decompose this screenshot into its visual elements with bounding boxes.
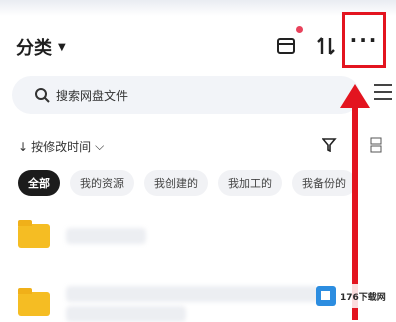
menu-icon[interactable] (374, 84, 392, 100)
box-icon (277, 38, 295, 54)
status-bar-area (0, 0, 396, 16)
list-item[interactable] (18, 220, 50, 248)
tab-processed-by-me[interactable]: 我加工的 (218, 170, 282, 196)
folder-icon (18, 220, 50, 248)
more-button[interactable]: ··· (346, 22, 382, 58)
transfer-box-button[interactable] (274, 34, 298, 58)
tab-all[interactable]: 全部 (18, 170, 60, 196)
notification-dot (296, 26, 303, 33)
search-placeholder: 搜索网盘文件 (56, 88, 129, 103)
watermark-logo-icon (316, 286, 336, 306)
watermark: 176下载网 (316, 284, 396, 308)
page-title: 分类 (16, 38, 52, 59)
search-bar[interactable]: 搜索网盘文件 (12, 76, 360, 114)
file-name-placeholder (66, 228, 146, 244)
sort-dropdown[interactable]: ↓ 按修改时间 ⌵ (18, 138, 104, 155)
more-icon: ··· (349, 28, 379, 52)
caret-down-icon: ▼ (58, 41, 66, 53)
watermark-text: 176下载网 (340, 292, 386, 303)
swap-arrows-icon (317, 37, 335, 55)
list-item[interactable] (18, 288, 50, 316)
tab-my-resources[interactable]: 我的资源 (70, 170, 134, 196)
chevron-down-icon: ⌵ (95, 139, 105, 153)
category-dropdown[interactable]: 分类 ▼ (16, 34, 66, 60)
search-icon (35, 88, 50, 103)
arrow-down-icon: ↓ (18, 139, 29, 154)
folder-icon (18, 288, 50, 316)
sort-label: 按修改时间 (31, 140, 92, 154)
tab-created-by-me[interactable]: 我创建的 (144, 170, 208, 196)
view-mode-icon[interactable] (370, 137, 382, 153)
filter-icon[interactable] (321, 138, 338, 156)
file-name-placeholder (66, 286, 322, 302)
sort-toggle-button[interactable] (314, 34, 338, 58)
tab-backed-up-by-me[interactable]: 我备份的 (292, 170, 356, 196)
category-tabs: 全部 我的资源 我创建的 我加工的 我备份的 (18, 170, 356, 196)
